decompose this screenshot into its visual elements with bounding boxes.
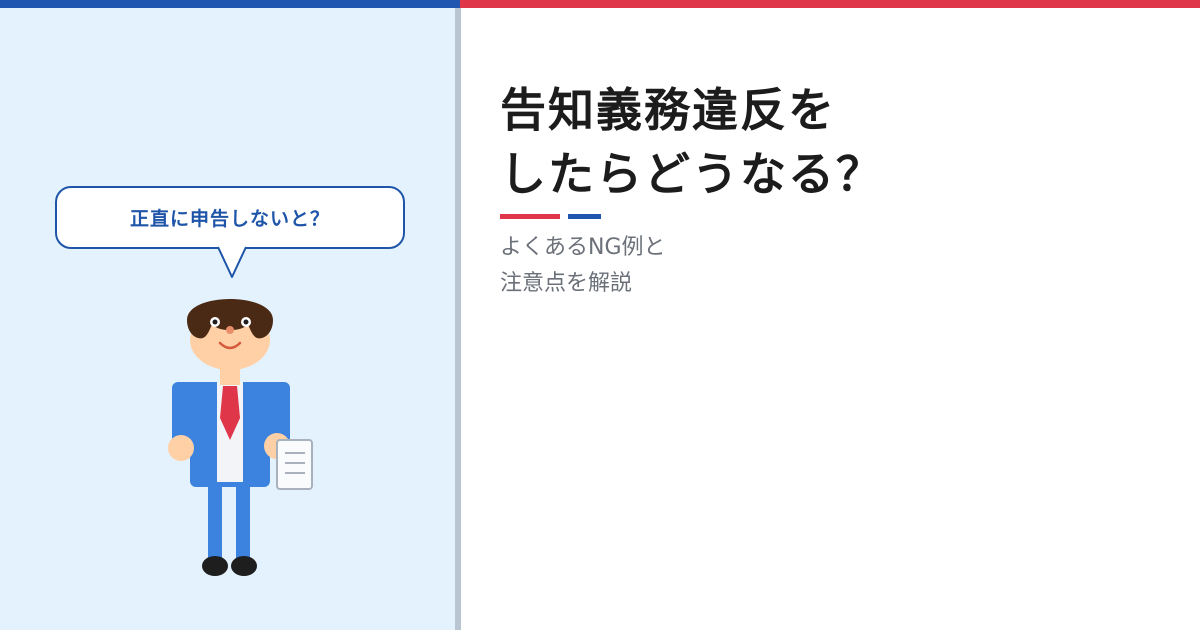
subtitle-line-2: 注意点を解説 [500, 271, 633, 296]
page-title: 告知義務違反を したらどうなる？ [500, 78, 1160, 206]
speech-bubble-tail [217, 246, 247, 278]
title-line-1: 告知義務違反を [500, 83, 836, 137]
panel-divider [455, 8, 461, 630]
document-icon [276, 439, 313, 490]
speech-bubble: 正直に申告しないと？ [55, 186, 405, 249]
top-accent-bar-blue [0, 0, 460, 8]
top-accent-bar-red [460, 0, 1200, 8]
subtitle-line-1: よくあるNG例と [500, 235, 666, 260]
title-accent-blue [568, 214, 601, 219]
speech-bubble-text: 正直に申告しないと？ [129, 208, 330, 230]
title-accent-red [500, 214, 560, 219]
subtitle: よくあるNG例と 注意点を解説 [500, 230, 1000, 302]
title-line-2: したらどうなる？ [500, 147, 884, 201]
businessman-holding-document-icon [168, 299, 313, 576]
